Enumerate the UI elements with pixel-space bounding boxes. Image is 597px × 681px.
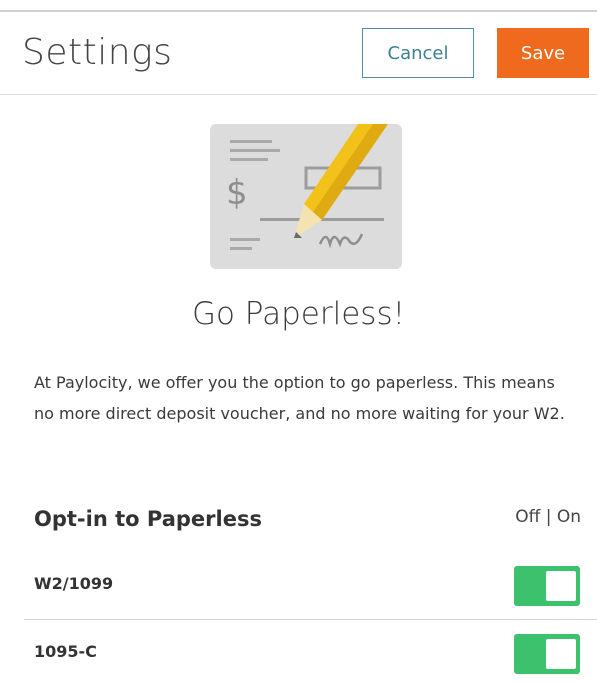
w2-1099-toggle[interactable] (514, 566, 580, 606)
save-button[interactable]: Save (497, 28, 589, 78)
settings-header: Settings Cancel Save (0, 12, 597, 95)
toggle-knob (546, 571, 576, 601)
cancel-button[interactable]: Cancel (362, 28, 474, 78)
off-on-label: Off | On (515, 507, 581, 527)
paperless-description: At Paylocity, we offer you the option to… (34, 373, 565, 423)
opt-in-row-w2-1099: W2/1099 (24, 558, 597, 613)
opt-in-section-title: Opt-in to Paperless (34, 507, 262, 531)
1095-c-toggle[interactable] (514, 634, 580, 674)
row-label: W2/1099 (34, 574, 114, 593)
row-label: 1095-C (34, 642, 97, 661)
row-divider (24, 619, 597, 620)
svg-text:$: $ (226, 173, 248, 213)
page-title: Settings (22, 32, 173, 73)
toggle-knob (546, 639, 576, 669)
go-paperless-heading: Go Paperless! (191, 296, 406, 332)
check-with-pencil-icon: $ (210, 124, 402, 269)
